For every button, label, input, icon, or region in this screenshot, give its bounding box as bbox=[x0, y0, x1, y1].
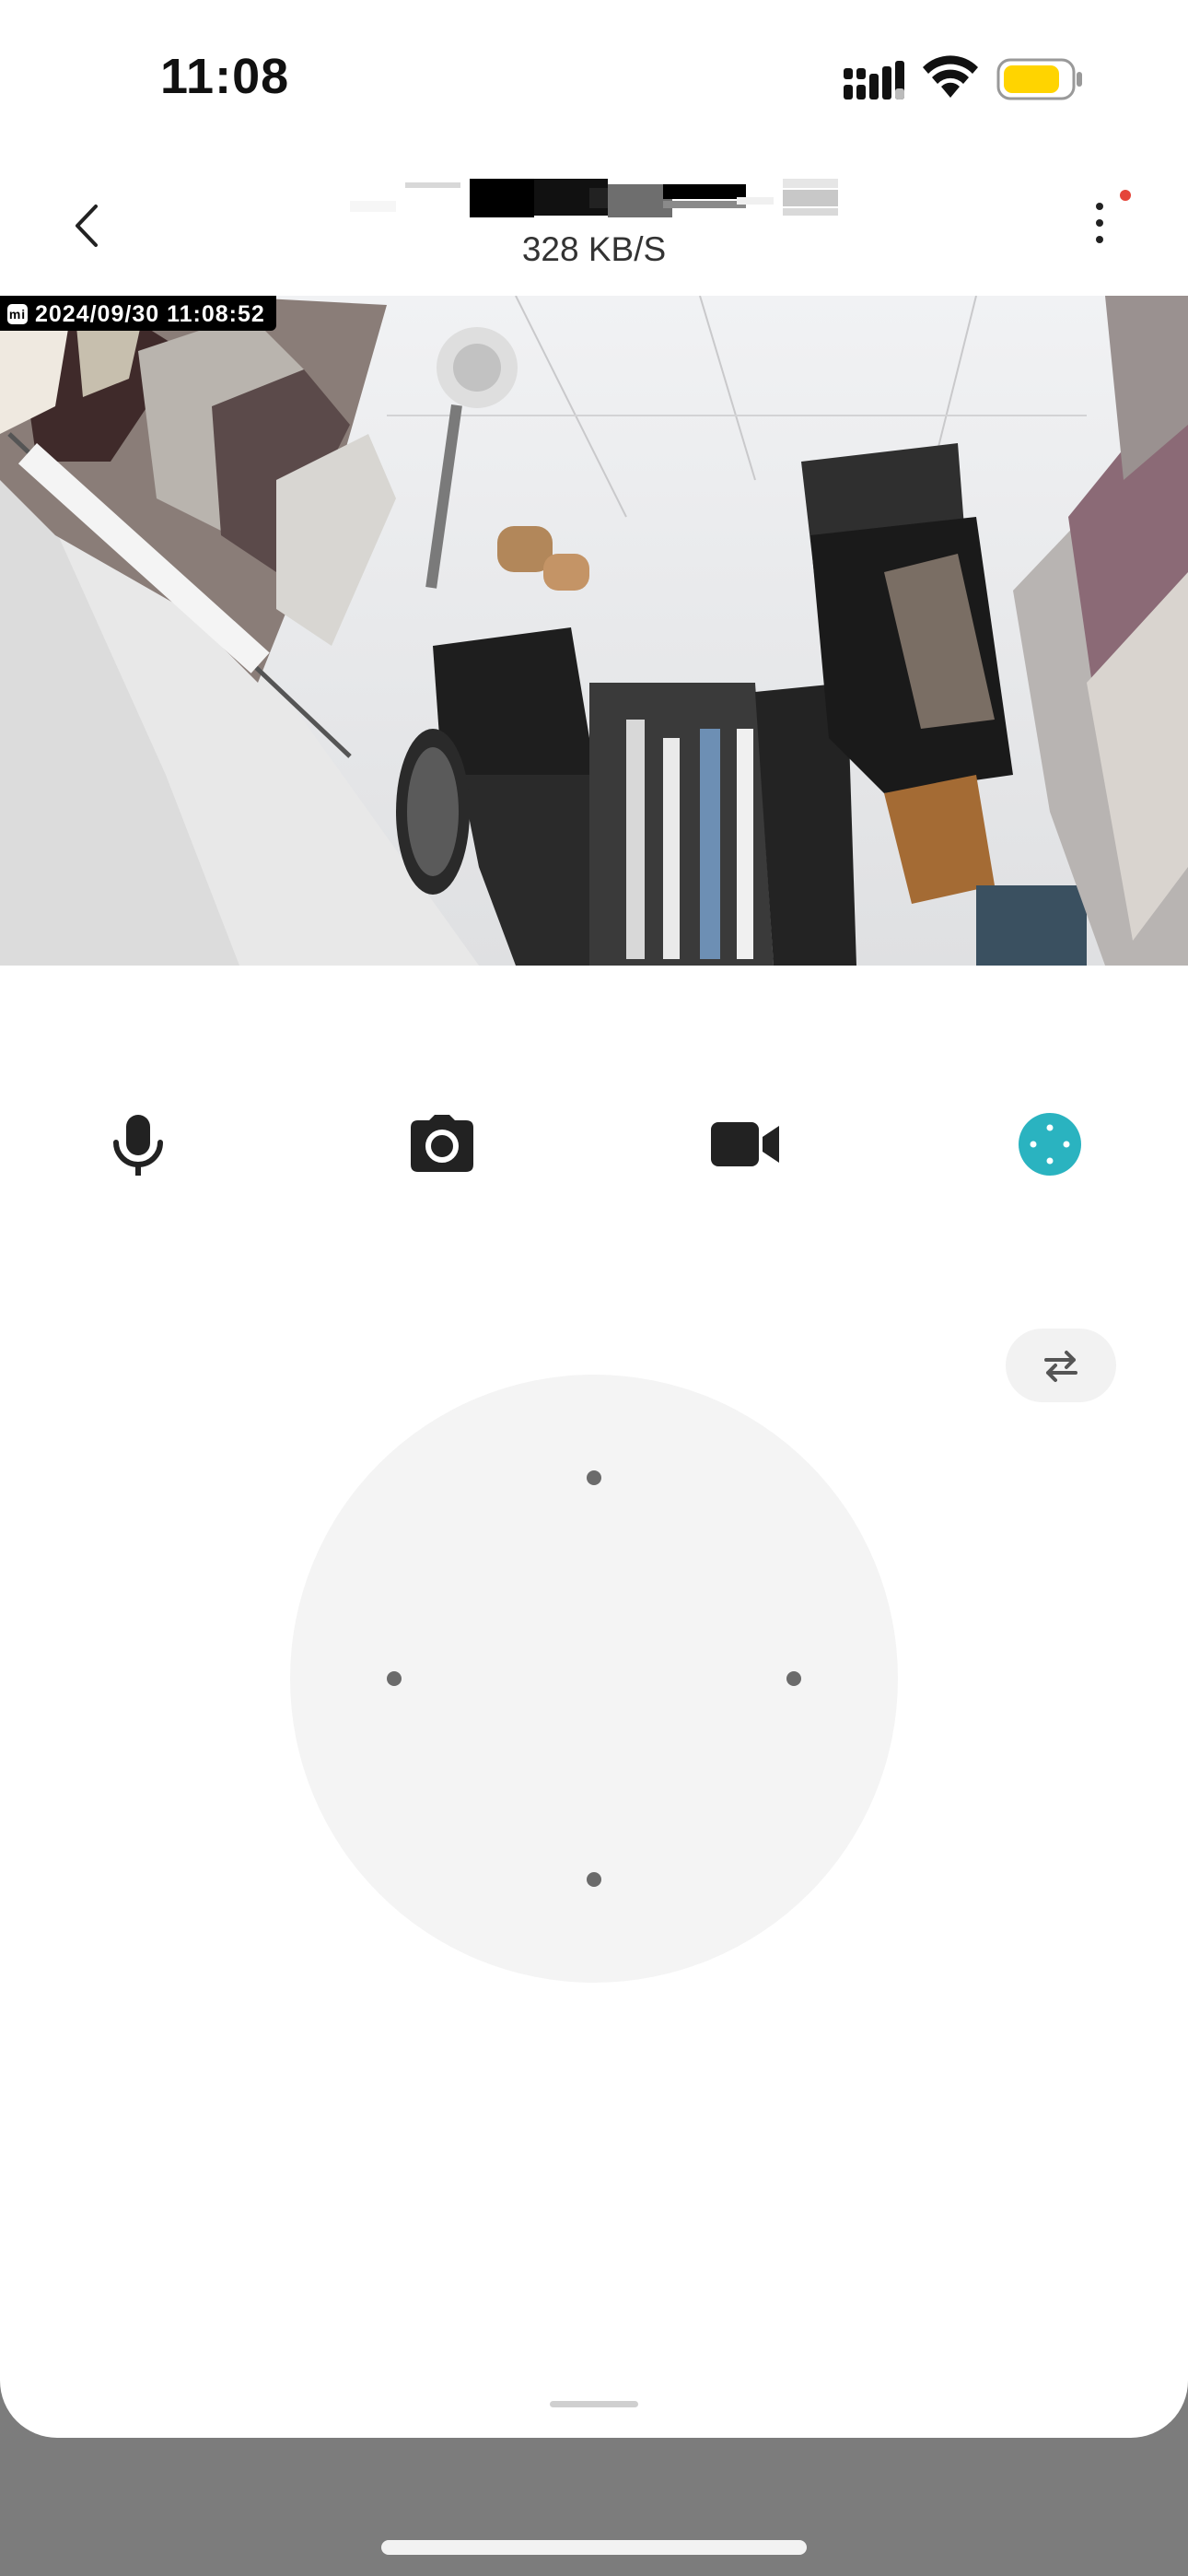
stream-speed: 328 KB/S bbox=[521, 230, 667, 268]
timestamp-text: 2024/09/30 11:08:52 bbox=[35, 300, 265, 327]
swap-arrows-icon bbox=[1044, 1351, 1077, 1382]
app-screen: 11:08 328 KB/S mi 2024/09/30 11:08:52 bbox=[0, 0, 1188, 2438]
battery-icon bbox=[996, 58, 1082, 100]
direction-down-dot[interactable] bbox=[587, 1872, 601, 1887]
notification-dot bbox=[1120, 190, 1131, 201]
status-time: 11:08 bbox=[160, 49, 290, 104]
direction-up-dot[interactable] bbox=[587, 1470, 601, 1485]
direction-right-dot[interactable] bbox=[786, 1671, 801, 1686]
more-options-button[interactable] bbox=[1077, 184, 1133, 258]
toggle-control-mode-button[interactable] bbox=[1006, 1329, 1116, 1402]
camera-icon[interactable] bbox=[405, 1107, 479, 1181]
home-indicator[interactable] bbox=[381, 2540, 807, 2555]
cellular-signal-icon bbox=[844, 61, 904, 100]
wifi-icon bbox=[923, 55, 978, 98]
device-title-redacted bbox=[350, 179, 838, 217]
camera-live-feed[interactable]: mi 2024/09/30 11:08:52 bbox=[0, 296, 1188, 966]
ptz-joystick[interactable] bbox=[290, 1375, 898, 1983]
direction-left-dot[interactable] bbox=[387, 1671, 402, 1686]
directional-pad-icon[interactable] bbox=[1013, 1107, 1087, 1181]
sheet-drag-handle[interactable] bbox=[550, 2401, 638, 2407]
mi-logo-icon: mi bbox=[7, 304, 28, 324]
microphone-icon[interactable] bbox=[101, 1107, 175, 1181]
feed-image bbox=[0, 296, 1188, 966]
video-camera-icon[interactable] bbox=[709, 1107, 783, 1181]
feed-timestamp: mi 2024/09/30 11:08:52 bbox=[0, 296, 276, 331]
